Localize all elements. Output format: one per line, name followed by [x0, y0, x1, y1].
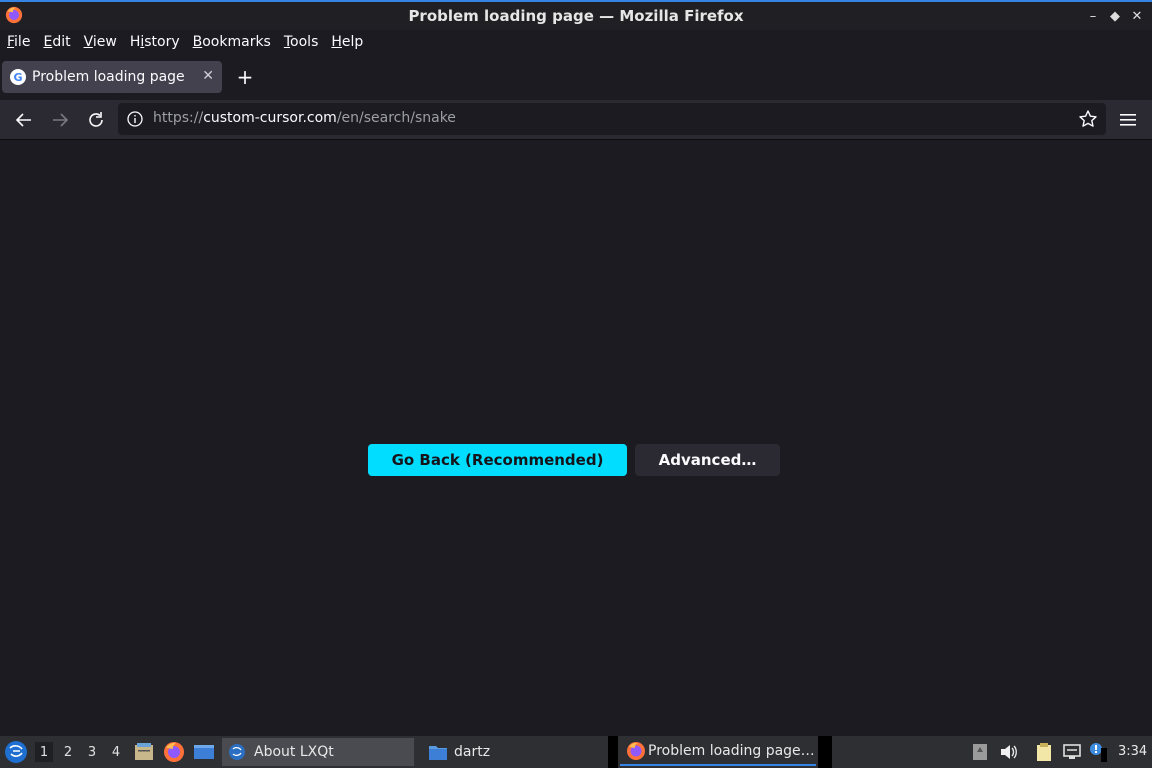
notification-icon[interactable]	[1088, 742, 1108, 762]
desktop-2[interactable]: 2	[59, 742, 77, 762]
taskbar-separator	[818, 736, 832, 768]
clock[interactable]: 3:34	[1118, 744, 1147, 759]
keyboard-layout-icon[interactable]	[970, 742, 990, 762]
menu-help[interactable]: Help	[331, 34, 363, 50]
menu-file[interactable]: File	[7, 34, 30, 50]
task-firefox[interactable]: Problem loading page…	[620, 738, 816, 766]
navigation-toolbar: https://custom-cursor.com/en/search/snak…	[0, 100, 1152, 140]
site-info-icon[interactable]	[127, 111, 143, 127]
desktop-3[interactable]: 3	[83, 742, 101, 762]
firefox-icon	[627, 742, 645, 760]
desktop-1[interactable]: 1	[35, 742, 53, 762]
lxqt-start-icon[interactable]	[4, 740, 28, 764]
bookmark-star-icon[interactable]	[1078, 109, 1098, 129]
network-icon[interactable]	[1062, 742, 1082, 762]
tab-problem-loading[interactable]: G Problem loading page ✕	[2, 61, 222, 93]
window-titlebar: Problem loading page — Mozilla Firefox –…	[0, 0, 1152, 30]
lxqt-icon	[229, 744, 245, 760]
new-tab-icon[interactable]: +	[234, 65, 256, 89]
url-scheme: https://	[153, 110, 204, 126]
reload-icon[interactable]	[84, 108, 108, 132]
google-icon: G	[10, 69, 26, 85]
menu-tools[interactable]: Tools	[284, 34, 319, 50]
hamburger-menu-icon[interactable]	[1116, 108, 1140, 132]
task-label: About LXQt	[254, 744, 334, 760]
task-label: dartz	[454, 744, 491, 760]
task-label: Problem loading page…	[648, 743, 815, 759]
folder-icon	[429, 746, 447, 760]
page-content: Go Back (Recommended) Advanced…	[0, 140, 1152, 736]
url-bar[interactable]: https://custom-cursor.com/en/search/snak…	[118, 103, 1106, 135]
file-manager-icon[interactable]	[133, 741, 155, 763]
back-arrow-icon[interactable]	[12, 108, 36, 132]
menu-bookmarks[interactable]: Bookmarks	[193, 34, 271, 50]
advanced-button[interactable]: Advanced…	[635, 444, 780, 476]
go-back-button[interactable]: Go Back (Recommended)	[368, 444, 627, 476]
tab-label: Problem loading page	[32, 69, 185, 85]
task-about-lxqt[interactable]: About LXQt	[222, 738, 414, 766]
minimize-icon[interactable]: –	[1084, 7, 1102, 25]
taskbar: 1 2 3 4 About LXQt dartz Problem loading…	[0, 736, 1152, 768]
desktop-4[interactable]: 4	[107, 742, 125, 762]
url-host: custom-cursor.com	[203, 110, 337, 126]
show-desktop-icon[interactable]	[193, 741, 215, 763]
window-title: Problem loading page — Mozilla Firefox	[408, 7, 744, 25]
clipboard-icon[interactable]	[1034, 742, 1054, 762]
menu-bar: File Edit View History Bookmarks Tools H…	[0, 30, 1152, 54]
firefox-launcher-icon[interactable]	[163, 741, 185, 763]
menu-edit[interactable]: Edit	[43, 34, 70, 50]
close-icon[interactable]: ✕	[1128, 7, 1146, 25]
task-dartz[interactable]: dartz	[422, 738, 602, 766]
restore-icon[interactable]: ◆	[1106, 7, 1124, 25]
menu-view[interactable]: View	[84, 34, 117, 50]
firefox-logo-icon	[5, 6, 23, 24]
tab-bar: G Problem loading page ✕ +	[0, 54, 1152, 100]
close-tab-icon[interactable]: ✕	[202, 68, 214, 84]
volume-icon[interactable]	[998, 742, 1018, 762]
forward-arrow-icon[interactable]	[48, 108, 72, 132]
taskbar-separator	[608, 736, 618, 768]
menu-history[interactable]: History	[130, 34, 180, 50]
url-path: /en/search/snake	[336, 110, 456, 126]
url-text[interactable]: https://custom-cursor.com/en/search/snak…	[153, 110, 456, 126]
